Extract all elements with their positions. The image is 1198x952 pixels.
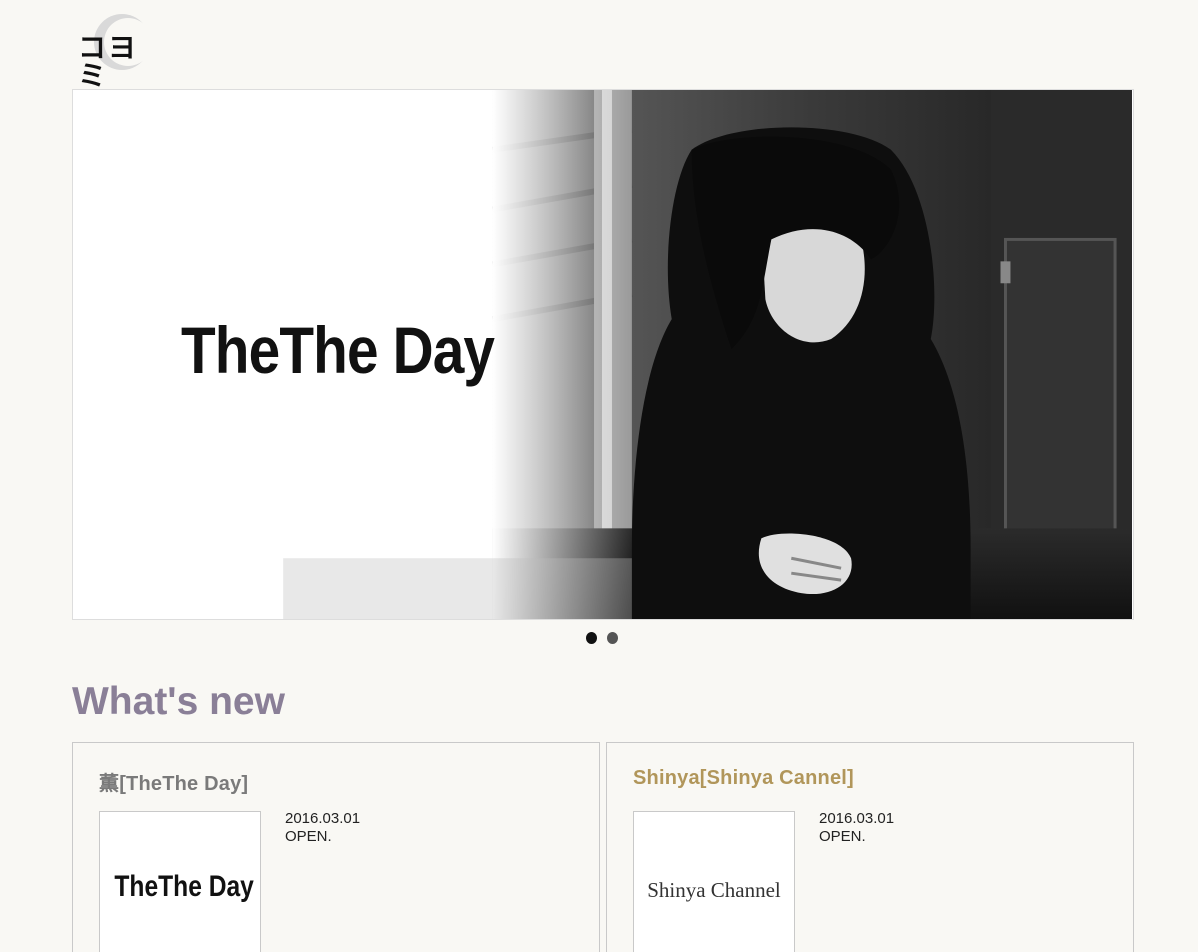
news-card-title[interactable]: Shinya[Shinya Cannel] bbox=[633, 767, 854, 790]
logo-text: コヨミ bbox=[78, 31, 139, 92]
whats-new-heading: What's new bbox=[72, 680, 285, 723]
slider-dot-2[interactable] bbox=[607, 632, 618, 644]
news-card-thumbnail[interactable]: Shinya Channel bbox=[633, 811, 795, 952]
news-card-status: OPEN. bbox=[285, 828, 332, 845]
news-card-meta: 2016.03.01 OPEN. bbox=[285, 810, 360, 846]
hero-title: TheThe Day bbox=[181, 313, 495, 387]
news-card-title[interactable]: 薫[TheThe Day] bbox=[99, 767, 248, 796]
slider-dots bbox=[586, 632, 618, 644]
news-card[interactable]: Shinya[Shinya Cannel] Shinya Channel 201… bbox=[606, 742, 1134, 952]
news-card-status: OPEN. bbox=[819, 828, 866, 845]
news-card[interactable]: 薫[TheThe Day] TheThe Day 2016.03.01 OPEN… bbox=[72, 742, 600, 952]
slider-dot-1[interactable] bbox=[586, 632, 597, 644]
thumbnail-text: TheThe Day bbox=[114, 870, 254, 903]
hero-slide[interactable]: TheThe Day bbox=[72, 89, 1134, 620]
site-logo[interactable]: コヨミ bbox=[76, 12, 166, 90]
news-card-thumbnail[interactable]: TheThe Day bbox=[99, 811, 261, 952]
news-card-meta: 2016.03.01 OPEN. bbox=[819, 810, 894, 846]
news-card-date: 2016.03.01 bbox=[285, 810, 361, 827]
news-card-date: 2016.03.01 bbox=[819, 810, 895, 827]
thumbnail-text: Shinya Channel bbox=[647, 878, 781, 902]
